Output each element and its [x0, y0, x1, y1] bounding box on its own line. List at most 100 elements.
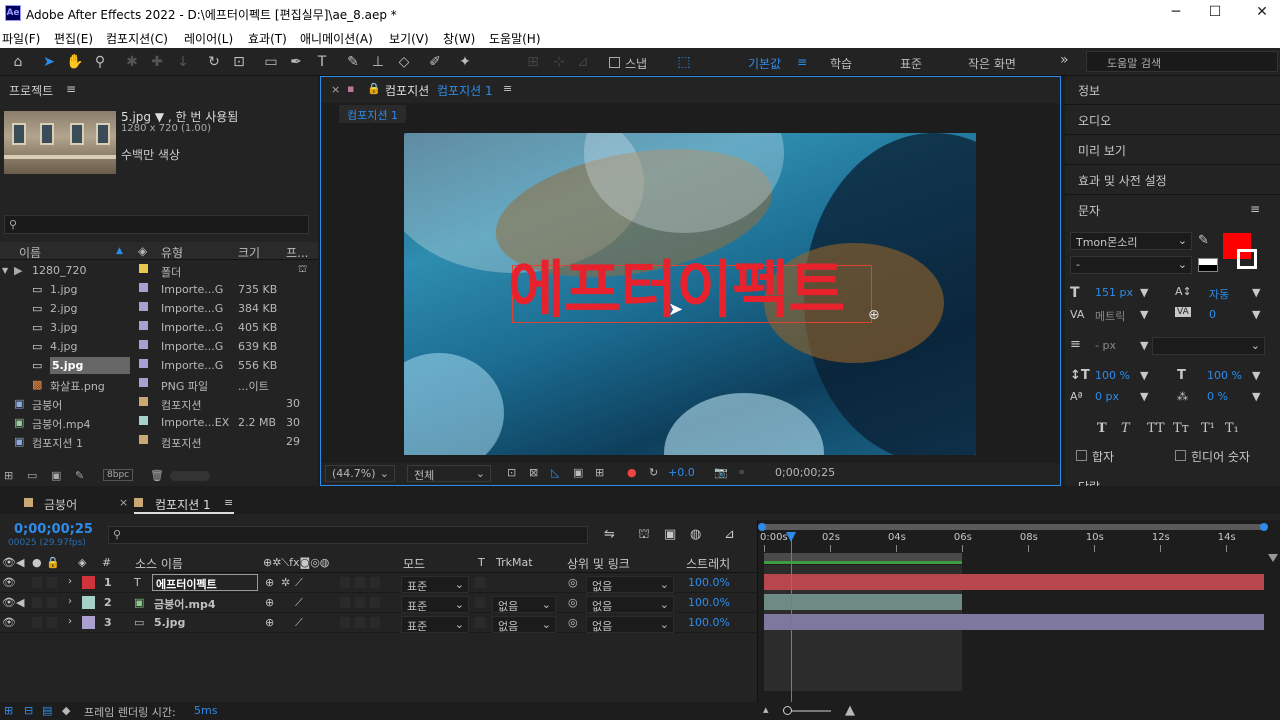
project-item-row[interactable]: ▭ 5.jpg Importe...G 556 KB [0, 356, 318, 375]
subscript-button[interactable]: T₁ [1225, 421, 1239, 436]
horizontal-scale-dropdown-icon[interactable]: ▼ [1252, 369, 1260, 382]
anchor-tool-icon[interactable]: ⊡ [230, 53, 248, 71]
switch-box[interactable] [340, 617, 350, 628]
small-caps-button[interactable]: Tт [1173, 421, 1189, 436]
chevron-right-icon[interactable]: › [68, 616, 72, 627]
preview-panel-tab[interactable]: 미리 보기 [1078, 142, 1126, 159]
ligatures-checkbox[interactable] [1076, 450, 1087, 461]
adjust-settings-icon[interactable]: ✎ [75, 469, 84, 482]
vertical-scale-value[interactable]: 100 % [1095, 369, 1130, 382]
playhead[interactable] [786, 532, 796, 702]
tab-comp-1[interactable]: 컴포지션 1 [155, 496, 211, 513]
stroke-style-dropdown[interactable]: ⌄ [1152, 337, 1265, 355]
layer-label-swatch[interactable] [82, 616, 95, 629]
new-folder-icon[interactable]: ▭ [27, 469, 37, 482]
menu-animation[interactable]: 애니메이션(A) [300, 30, 373, 47]
switch-box[interactable] [370, 577, 380, 588]
pick-whip-icon[interactable]: ◎ [568, 596, 578, 609]
expand-icon[interactable]: ▤ [42, 704, 52, 717]
lock-box[interactable] [47, 597, 57, 608]
collapse-switch-icon[interactable]: ✲ [281, 576, 290, 589]
switch-box[interactable] [370, 597, 380, 608]
minimize-button[interactable]: ─ [1166, 4, 1186, 22]
stroke-width-value[interactable]: - px [1095, 339, 1116, 352]
tab-comp-goldfish[interactable]: 금붕어 [44, 496, 77, 513]
parent-dropdown[interactable]: 없음 ⌄ [586, 596, 674, 613]
audio-panel-tab[interactable]: 오디오 [1078, 112, 1111, 129]
zoom-tool-icon[interactable]: ⚲ [91, 53, 109, 71]
timeline-timecode[interactable]: 0;00;00;25 [14, 522, 93, 537]
panel-menu-icon[interactable]: ≡ [503, 82, 512, 95]
eye-icon[interactable]: 👁 [2, 596, 16, 609]
puppet-tool-icon[interactable]: ✦ [456, 53, 474, 71]
home-icon[interactable]: ⌂ [9, 53, 27, 71]
panel-menu-icon[interactable]: ≡ [1250, 202, 1260, 216]
quality-switch-icon[interactable]: ⟋ [295, 616, 303, 630]
tracking-dropdown-icon[interactable]: ▼ [1252, 308, 1260, 321]
project-item-row[interactable]: ▣ 금붕어 컴포지션 30 [0, 394, 318, 413]
blend-mode-dropdown[interactable]: 표준 ⌄ [401, 616, 469, 633]
label-swatch[interactable] [139, 340, 148, 349]
lock-icon[interactable]: 🔒 [367, 82, 381, 95]
blend-mode-dropdown[interactable]: 표준 ⌄ [401, 596, 469, 613]
brush-tool-icon[interactable]: ✎ [344, 53, 362, 71]
tracking-value[interactable]: 0 [1209, 308, 1216, 321]
channel-icon[interactable]: ● [627, 466, 637, 479]
chevron-right-icon[interactable]: › [68, 576, 72, 587]
frame-blending-icon[interactable]: ◍ [690, 527, 701, 542]
stretch-value[interactable]: 100.0% [688, 616, 730, 629]
fast-preview-icon[interactable]: ⊡ [507, 466, 516, 479]
font-family-dropdown[interactable]: Tmon몬소리 ⌄ [1070, 232, 1192, 250]
stroke-width-dropdown-icon[interactable]: ▼ [1140, 339, 1148, 352]
layer-source-name[interactable]: 5.jpg [154, 616, 185, 629]
orbit-tool-icon[interactable]: ✱ [123, 53, 141, 71]
project-item-row[interactable]: ▭ 2.jpg Importe...G 384 KB [0, 299, 318, 318]
help-search-input[interactable]: 도움말 검색 [1086, 51, 1278, 72]
roto-brush-tool-icon[interactable]: ✐ [426, 53, 444, 71]
menu-window[interactable]: 창(W) [443, 30, 475, 47]
comp-mini-flowchart-icon[interactable]: ⇋ [604, 527, 615, 542]
workspace-default[interactable]: 기본값 [748, 55, 781, 72]
layer-source-name[interactable]: 에프터이펙트 [152, 574, 258, 591]
eyedropper-icon[interactable]: ✎ [1198, 233, 1209, 248]
switch-box[interactable] [340, 577, 350, 588]
kerning-dropdown-icon[interactable]: ▼ [1140, 308, 1148, 321]
blend-mode-dropdown[interactable]: 표준 ⌄ [401, 576, 469, 593]
col-fps[interactable]: 프... [286, 244, 308, 261]
switch-box[interactable] [370, 617, 380, 628]
work-area-end-icon[interactable] [1268, 554, 1278, 562]
menu-effect[interactable]: 효과(T) [248, 30, 287, 47]
snap-checkbox[interactable] [609, 57, 620, 68]
world-axis-icon[interactable]: ⊿ [574, 53, 592, 71]
shy-layers-icon[interactable]: ▣ [664, 527, 676, 542]
hand-tool-icon[interactable]: ✋ [66, 53, 84, 71]
lock-icon[interactable]: 🔒 [46, 556, 60, 569]
shy-switch-icon[interactable]: ⊕ [265, 596, 274, 609]
reset-exposure-icon[interactable]: ↻ [649, 466, 658, 479]
preserve-transparency-box[interactable] [475, 617, 485, 628]
speaker-icon[interactable]: ◀ [16, 596, 24, 609]
transparency-grid-icon[interactable]: ⊠ [529, 466, 538, 479]
stroke-color-swatch[interactable] [1237, 249, 1257, 269]
project-item-row[interactable]: ▼ ▶ 1280_720 폴더 ⛫ [0, 261, 318, 280]
shy-switch-icon[interactable]: ⊕ [265, 576, 274, 589]
workspace-learn[interactable]: 학습 [830, 55, 852, 72]
resolution-dropdown[interactable]: 전체 ⌄ [407, 465, 491, 482]
parent-dropdown[interactable]: 없음 ⌄ [586, 576, 674, 593]
workspace-small[interactable]: 작은 화면 [968, 55, 1016, 72]
label-swatch[interactable] [139, 435, 148, 444]
layer-row[interactable]: 👁 › 1 T 에프터이펙트 ⊕ ✲ ⟋ 표준 ⌄ ◎ 없음 ⌄ 100.0% [0, 573, 757, 593]
layer-label-swatch[interactable] [82, 596, 95, 609]
type-tool-icon[interactable]: T [313, 53, 331, 71]
all-caps-button[interactable]: TT [1147, 421, 1165, 436]
trash-icon[interactable]: 🗑 [150, 469, 164, 482]
baseline-shift-value[interactable]: 0 px [1095, 390, 1119, 403]
faux-bold-button[interactable]: T [1097, 421, 1107, 436]
exposure-value[interactable]: +0.0 [668, 466, 695, 479]
timeline-zoom-slider[interactable] [783, 706, 831, 715]
menu-edit[interactable]: 편집(E) [54, 30, 93, 47]
solo-box[interactable] [32, 577, 42, 588]
font-style-dropdown[interactable]: - ⌄ [1070, 256, 1192, 274]
thumbnail-slider[interactable] [170, 471, 210, 481]
rotate-tool-icon[interactable]: ↻ [205, 53, 223, 71]
